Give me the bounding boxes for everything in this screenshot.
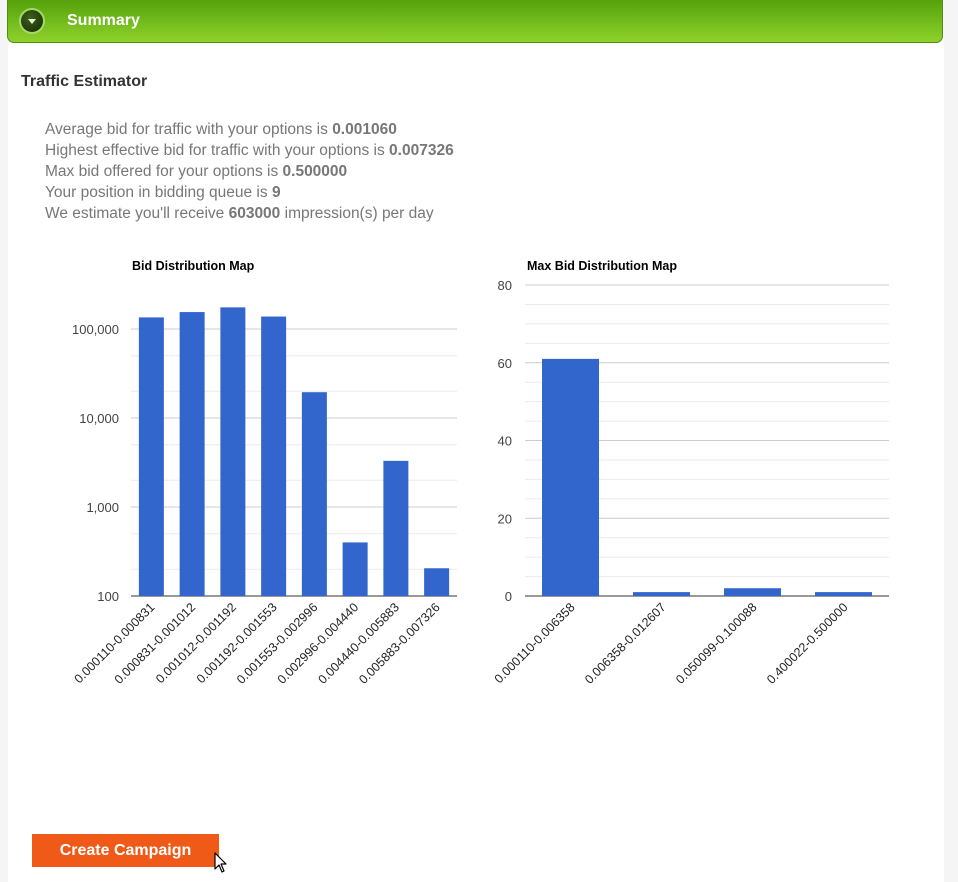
y-tick-label: 0	[505, 589, 512, 604]
bar	[542, 358, 599, 596]
x-tick-label: 0.000110-0.006358	[492, 600, 578, 686]
bar	[815, 592, 872, 596]
max-bid-distribution-chart: 0 20 40 60 80 0.000110-0.006358 0.006358-0.012…	[492, 278, 889, 687]
x-tick-label: 0.400022-0.500000	[764, 600, 851, 687]
x-tick-label: 0.050099-0.100088	[673, 600, 760, 687]
y-tick-label: 80	[498, 278, 512, 293]
y-tick-label: 40	[498, 434, 512, 449]
y-tick-label: 60	[498, 356, 512, 371]
x-tick-label: 0.006358-0.012607	[582, 600, 669, 687]
bar	[724, 588, 781, 596]
bar	[633, 592, 690, 596]
mouse-cursor-icon	[214, 852, 227, 873]
y-tick-label: 20	[498, 511, 512, 526]
create-campaign-button[interactable]: Create Campaign	[32, 834, 219, 867]
